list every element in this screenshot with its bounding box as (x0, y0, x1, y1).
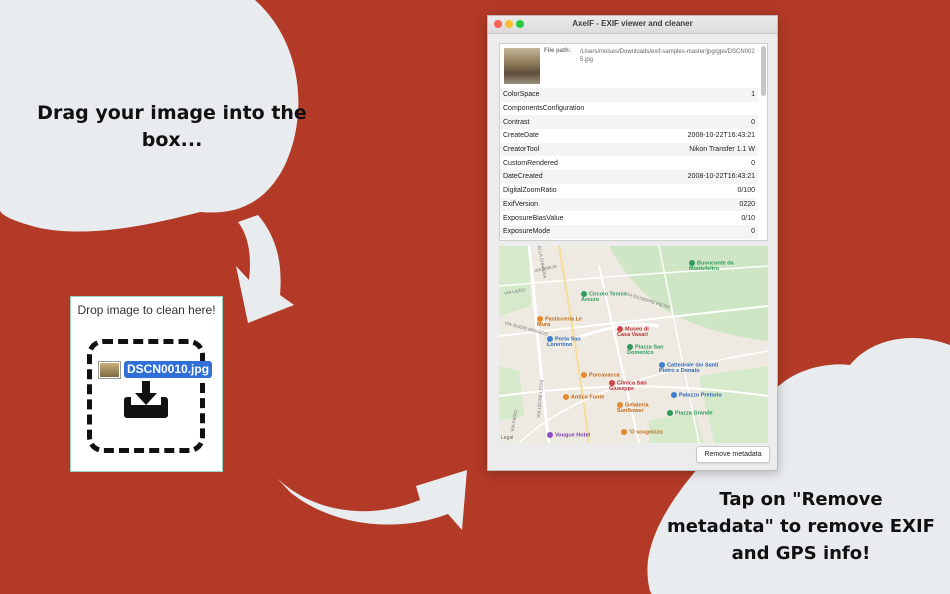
exif-row[interactable]: ColorSpace 1 (500, 88, 758, 102)
remove-metadata-button[interactable]: Remove metadata (696, 446, 770, 463)
map-poi[interactable]: Vougue Hotel (547, 432, 607, 438)
left-caption: Drag your image into the box... (37, 102, 307, 151)
exif-key: CreateDate (503, 132, 539, 140)
poi-label: Palazzo Pretorio (679, 392, 722, 399)
drop-box[interactable]: Drop image to clean here! DSCN0010.jpg (71, 297, 222, 471)
map-poi[interactable]: Pasticceria Le Mura (537, 316, 585, 328)
right-caption: Tap on "Remove metadata" to remove EXIF … (667, 489, 935, 564)
poi-label: Cattedrale dei Santi Pietro e Donato (659, 362, 719, 375)
poi-marker-icon (547, 336, 553, 342)
poi-marker-icon (667, 410, 673, 416)
title-bar[interactable]: AxelF - EXIF viewer and cleaner (488, 16, 777, 34)
dragged-image-thumbnail (99, 362, 120, 378)
map-poi[interactable]: Porcavacca (581, 372, 631, 378)
poi-marker-icon (627, 344, 633, 350)
exif-key: CreatorTool (503, 146, 540, 154)
dragged-file-name: DSCN0010.jpg (124, 361, 213, 378)
exif-value: 0 (751, 228, 755, 236)
exif-key: ExposureMode (503, 228, 551, 236)
drop-box-title: Drop image to clean here! (77, 303, 216, 317)
map-poi[interactable]: Porta San Lorentino (547, 336, 597, 348)
exif-row[interactable]: ComponentsConfiguration (500, 102, 758, 116)
file-info-row: File path: /Users/moises/Downloads/exif-… (500, 44, 758, 88)
exif-row[interactable]: CustomRendered 0 (500, 156, 758, 170)
poi-label: Antica Fonte (571, 394, 605, 401)
exif-list-panel[interactable]: File path: /Users/moises/Downloads/exif-… (499, 43, 768, 241)
exif-row[interactable]: ExposureBiasValue 0/10 (500, 211, 758, 225)
exif-row[interactable]: CreateDate 2008-10-22T16:43:21 (500, 129, 758, 143)
exif-value: 0/100 (737, 187, 755, 195)
exif-key: Contrast (503, 118, 530, 126)
poi-label: Porcavacca (589, 372, 620, 379)
curved-arrow-down (236, 215, 294, 323)
file-path-label: File path: (544, 48, 571, 54)
poi-marker-icon (581, 372, 587, 378)
location-map[interactable]: VIA DELLA CHIMERA VIA EMILIA VIA GIUSEPP… (499, 246, 768, 443)
poi-marker-icon (689, 260, 695, 266)
poi-marker-icon (609, 380, 615, 386)
poi-marker-icon (617, 402, 623, 408)
map-poi[interactable]: Museo di Casa Vasari (617, 326, 659, 338)
poi-label: Buonconte da Montefeltro (689, 260, 734, 273)
exif-key: DigitalZoomRatio (503, 187, 557, 195)
exif-key: ComponentsConfiguration (503, 105, 585, 113)
exif-key: ExposureBiasValue (503, 214, 564, 222)
exif-row[interactable]: DigitalZoomRatio 0/100 (500, 184, 758, 198)
poi-marker-icon (563, 394, 569, 400)
exif-rows: ColorSpace 1 ComponentsConfiguration Contra… (500, 88, 758, 239)
exif-row[interactable]: ExposureMode 0 (500, 224, 758, 239)
scrollbar[interactable] (761, 46, 766, 96)
map-poi[interactable]: Gelateria Sunflower (617, 402, 667, 414)
curved-arrow-right (277, 470, 467, 530)
exif-value: 2008-10-22T16:43:21 (687, 173, 755, 181)
exif-key: ColorSpace (503, 91, 540, 99)
exif-row[interactable]: ExifVersion 0220 (500, 197, 758, 212)
map-poi[interactable]: 'O scugnizzo (621, 429, 681, 435)
exif-key: DateCreated (503, 173, 543, 181)
exif-value: 0/10 (741, 214, 755, 222)
poi-label: Vougue Hotel (555, 432, 591, 439)
exif-key: CustomRendered (503, 159, 558, 167)
file-path-value: /Users/moises/Downloads/exif-samples-mas… (580, 49, 755, 63)
window-title: AxelF - EXIF viewer and cleaner (572, 19, 693, 28)
map-poi[interactable]: Circolo Tennis Arezzo (581, 291, 641, 303)
tray-download-icon (124, 381, 168, 418)
exif-key: ExifVersion (503, 200, 539, 208)
poi-marker-icon (659, 362, 665, 368)
exif-value: 0220 (739, 200, 755, 208)
exif-value: 0 (751, 118, 755, 126)
poi-label: Piazza Grande (675, 410, 713, 417)
poi-label: Circolo Tennis Arezzo (581, 291, 627, 304)
exif-row[interactable]: Contrast 0 (500, 115, 758, 130)
poi-label: 'O scugnizzo (629, 429, 663, 436)
poi-marker-icon (621, 429, 627, 435)
map-poi[interactable]: Clinica San Giuseppe (609, 380, 655, 392)
exif-value: 1 (751, 91, 755, 99)
exif-value: 0 (751, 159, 755, 167)
map-poi[interactable]: Cattedrale dei Santi Pietro e Donato (659, 362, 721, 374)
map-poi[interactable]: Piazza Grande (667, 410, 723, 416)
map-poi[interactable]: Palazzo Pretorio (671, 392, 731, 398)
image-thumbnail (504, 48, 540, 84)
exif-value: Nikon Transfer 1.1 W (689, 146, 755, 154)
poi-marker-icon (547, 432, 553, 438)
poi-marker-icon (537, 316, 543, 322)
poi-marker-icon (581, 291, 587, 297)
map-legal-link[interactable]: Legal (501, 435, 513, 441)
poi-label: Pasticceria Le Mura (537, 316, 582, 329)
map-poi[interactable]: Antica Fonte (563, 394, 611, 400)
exif-value: 2008-10-22T16:43:21 (687, 132, 755, 140)
map-poi[interactable]: Buonconte da Montefeltro (689, 260, 753, 272)
poi-marker-icon (671, 392, 677, 398)
exif-row[interactable]: CreatorTool Nikon Transfer 1.1 W (500, 142, 758, 157)
app-window: AxelF - EXIF viewer and cleaner File pat… (487, 15, 778, 471)
poi-marker-icon (617, 326, 623, 332)
map-poi[interactable]: Piazza San Domenico (627, 344, 677, 356)
exif-row[interactable]: DateCreated 2008-10-22T16:43:21 (500, 170, 758, 184)
